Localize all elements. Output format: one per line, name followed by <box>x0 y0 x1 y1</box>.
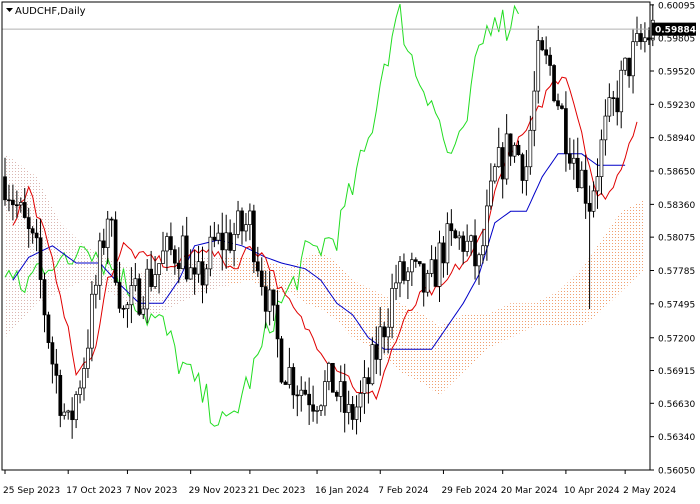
current-price-label: 0.59884 <box>652 22 696 36</box>
price-tick-label: 0.57785 <box>658 267 695 277</box>
candle <box>331 362 335 393</box>
price-tick-label: 0.59520 <box>658 67 695 77</box>
time-tick-label: 29 Feb 2024 <box>441 486 497 496</box>
candle <box>279 336 284 384</box>
price-tick-label: 0.58650 <box>658 168 695 178</box>
candle <box>137 273 142 316</box>
time-tick-label: 21 Dec 2023 <box>248 486 306 496</box>
time-tick-label: 17 Oct 2023 <box>66 486 122 496</box>
time-tick-label: 25 Sep 2023 <box>3 486 60 496</box>
price-tick-label: 0.56050 <box>658 467 695 477</box>
time-tick-label: 29 Nov 2023 <box>189 486 247 496</box>
price-tick-label: 0.58075 <box>658 234 695 244</box>
time-tick-label: 16 Jan 2024 <box>315 486 369 496</box>
time-tick-label: 10 Apr 2024 <box>564 486 620 496</box>
chart-canvas[interactable]: 0.60095 0.59805 0.59520 0.59230 0.58940 0.586… <box>0 0 700 500</box>
time-tick-label: 7 Feb 2024 <box>378 486 429 496</box>
price-tick-label: 0.59805 <box>658 35 695 45</box>
price-tick-label: 0.58360 <box>658 201 695 211</box>
current-price-text: 0.59884 <box>655 26 696 36</box>
chart-title[interactable]: AUDCHF,Daily <box>6 6 86 17</box>
time-tick-label: 7 Nov 2023 <box>125 486 177 496</box>
time-tick-label: 2 May 2024 <box>623 486 676 496</box>
candle <box>552 64 556 103</box>
price-tick-label: 0.58940 <box>658 134 695 144</box>
chart-title-text: AUDCHF,Daily <box>15 6 86 17</box>
price-tick-label: 0.56340 <box>658 433 695 443</box>
price-tick-label: 0.56915 <box>658 367 695 377</box>
price-tick-label: 0.57200 <box>658 334 695 344</box>
candle <box>113 211 118 286</box>
price-tick-label: 0.57495 <box>658 300 695 310</box>
price-tick-label: 0.56630 <box>658 400 695 410</box>
candle <box>492 163 497 184</box>
candle <box>370 337 375 386</box>
chart-window[interactable]: 0.60095 0.59805 0.59520 0.59230 0.58940 0.586… <box>0 0 700 500</box>
price-tick-label: 0.60095 <box>658 1 695 11</box>
price-tick-label: 0.59230 <box>658 101 695 111</box>
time-tick-label: 20 Mar 2024 <box>501 486 558 496</box>
